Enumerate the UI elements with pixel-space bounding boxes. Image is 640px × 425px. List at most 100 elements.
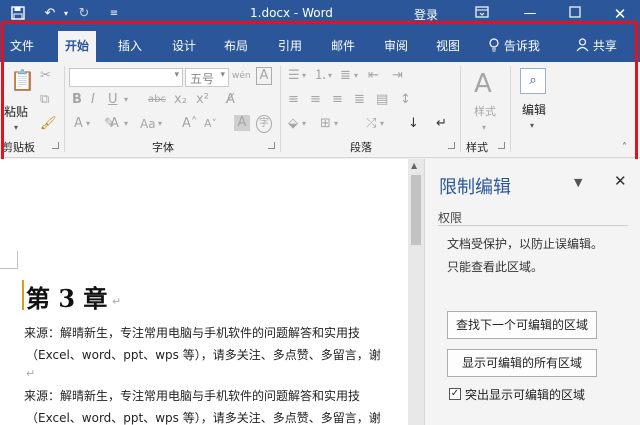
underline-dropdown-icon[interactable]: ▾ — [124, 92, 128, 108]
cut-icon[interactable]: ✂ — [40, 68, 51, 84]
tab-mailings[interactable]: 邮件 — [331, 37, 355, 54]
shrink-font-icon[interactable]: A˅ — [204, 116, 217, 132]
group-separator — [64, 66, 65, 152]
text-effects-icon[interactable]: A — [74, 116, 83, 132]
asian-layout-dropdown-icon[interactable]: ▾ — [380, 116, 384, 132]
paste-button[interactable]: 粘贴 — [4, 104, 28, 120]
redo-icon[interactable]: ↻ — [76, 6, 92, 22]
chapter-heading[interactable]: 第 3 章 — [26, 279, 107, 314]
tab-home[interactable]: 开始 — [58, 31, 97, 62]
undo-icon[interactable]: ↶ — [42, 6, 58, 22]
undo-dropdown-icon[interactable]: ▾ — [58, 6, 74, 22]
align-left-icon[interactable]: ≡ — [288, 92, 299, 108]
chevron-down-icon: ▾ — [174, 70, 179, 80]
tab-view[interactable]: 视图 — [436, 37, 460, 54]
italic-icon[interactable]: I — [91, 92, 95, 108]
tab-layout[interactable]: 布局 — [224, 37, 248, 54]
numbering-icon[interactable]: ⒈ — [314, 68, 327, 84]
tab-design[interactable]: 设计 — [172, 37, 196, 54]
clear-formatting-icon[interactable]: A̸ — [226, 92, 235, 108]
change-case-dropdown-icon[interactable]: ▾ — [158, 116, 162, 132]
sort-icon[interactable]: ↓ — [408, 116, 419, 132]
paragraph-line[interactable]: （Excel、word、ppt、wps 等），请多关注、多点赞、多留言，谢 — [26, 346, 381, 363]
bold-icon[interactable]: B — [72, 92, 82, 108]
enclose-characters-icon[interactable]: A — [256, 67, 272, 85]
copy-icon[interactable]: ⧉ — [40, 92, 49, 108]
font-name-dropdown[interactable]: ▾ — [69, 68, 183, 87]
share-button[interactable]: 共享 — [576, 37, 617, 54]
increase-indent-icon[interactable]: ⇥ — [392, 68, 403, 84]
grow-font-icon[interactable]: A˄ — [182, 116, 197, 132]
styles-icon[interactable]: A — [474, 70, 492, 98]
font-color-dropdown-icon[interactable]: ▾ — [124, 116, 128, 132]
pane-options-icon[interactable]: ▼ — [574, 176, 582, 189]
tab-review[interactable]: 审阅 — [384, 37, 408, 54]
close-icon[interactable]: ✕ — [612, 6, 628, 22]
text-effects-dropdown-icon[interactable]: ▾ — [86, 116, 90, 132]
clipboard-launcher-icon[interactable] — [52, 142, 59, 149]
format-painter-icon[interactable]: 🖌 — [40, 116, 57, 132]
paragraph-launcher-icon[interactable] — [448, 142, 455, 149]
align-right-icon[interactable]: ≡ — [332, 92, 343, 108]
tab-references[interactable]: 引用 — [278, 37, 302, 54]
subscript-icon[interactable]: x₂ — [174, 92, 187, 108]
enclosed-character-icon[interactable]: 字 — [256, 115, 272, 133]
paste-icon[interactable]: 📋 — [10, 70, 35, 90]
styles-button[interactable]: 样式 — [474, 104, 496, 120]
font-launcher-icon[interactable] — [268, 142, 275, 149]
document-page[interactable]: 第 3 章 ↵ 来源：解晴新生，专注常用电脑与手机软件的问题解答和实用技 （Ex… — [0, 159, 408, 425]
shading-icon[interactable]: ⬙ — [288, 116, 298, 132]
asian-layout-icon[interactable]: ⤮ — [366, 116, 376, 132]
font-size-dropdown[interactable]: 五号 ▾ — [185, 68, 229, 87]
paragraph-line[interactable]: （Excel、word、ppt、wps 等），请多关注、多点赞、多留言，谢 — [26, 409, 381, 425]
paragraph-line[interactable]: 来源：解晴新生，专注常用电脑与手机软件的问题解答和实用技 — [24, 387, 360, 404]
borders-dropdown-icon[interactable]: ▾ — [334, 116, 338, 132]
styles-dropdown-icon[interactable]: ▾ — [482, 120, 486, 136]
highlight-editable-regions-checkbox[interactable]: ✓ — [449, 388, 461, 400]
distributed-icon[interactable]: ▤ — [376, 92, 388, 108]
scrollbar-thumb[interactable] — [411, 175, 421, 245]
show-hide-marks-icon[interactable]: ↵ — [436, 116, 447, 132]
highlight-checkbox-label[interactable]: 突出显示可编辑的区域 — [465, 386, 585, 403]
underline-icon[interactable]: U — [108, 92, 118, 108]
borders-icon[interactable]: ⊞ — [320, 116, 331, 132]
clipboard-group-label: 剪贴板 — [2, 141, 35, 154]
paragraph-line[interactable]: 来源：解晴新生，专注常用电脑与手机软件的问题解答和实用技 — [24, 324, 360, 341]
text-cursor — [22, 280, 24, 310]
tell-me-search[interactable]: 告诉我 — [488, 37, 540, 54]
editing-button[interactable]: 编辑 — [522, 102, 546, 118]
customize-qat-icon[interactable]: ≡ — [106, 6, 122, 22]
numbering-dropdown-icon[interactable]: ▾ — [328, 68, 332, 84]
multilevel-dropdown-icon[interactable]: ▾ — [354, 68, 358, 84]
bullets-icon[interactable]: ☰ — [288, 68, 300, 84]
minimize-icon[interactable]: — — [522, 6, 538, 22]
scroll-up-icon[interactable]: ▲ — [411, 161, 417, 170]
maximize-icon[interactable] — [567, 6, 583, 22]
save-icon[interactable] — [10, 6, 26, 22]
bullets-dropdown-icon[interactable]: ▾ — [302, 68, 306, 84]
tab-file[interactable]: 文件 — [10, 37, 34, 54]
line-spacing-icon[interactable]: ↕ — [400, 92, 411, 108]
collapse-ribbon-icon[interactable]: ˄ — [622, 140, 627, 156]
superscript-icon[interactable]: x² — [196, 92, 209, 108]
close-icon[interactable]: ✕ — [614, 172, 627, 190]
shading-dropdown-icon[interactable]: ▾ — [302, 116, 306, 132]
strikethrough-icon[interactable]: abc — [148, 92, 166, 108]
login-button[interactable]: 登录 — [414, 6, 438, 23]
decrease-indent-icon[interactable]: ⇤ — [368, 68, 379, 84]
find-icon[interactable]: ⌕ — [520, 68, 546, 94]
center-icon[interactable]: ≡ — [310, 92, 321, 108]
ribbon-display-options-icon[interactable] — [474, 6, 490, 22]
find-next-editable-region-button[interactable]: 查找下一个可编辑的区域 — [447, 311, 597, 339]
tab-insert[interactable]: 插入 — [118, 37, 142, 54]
paste-dropdown-icon[interactable]: ▾ — [14, 120, 18, 136]
character-shading-icon[interactable]: A — [234, 115, 250, 131]
justify-icon[interactable]: ≣ — [354, 92, 365, 108]
change-case-icon[interactable]: Aa — [140, 116, 156, 132]
multilevel-list-icon[interactable]: ≣ — [340, 68, 351, 84]
font-color-icon[interactable]: A — [110, 116, 119, 132]
editing-dropdown-icon[interactable]: ▾ — [530, 118, 534, 134]
show-all-editable-regions-button[interactable]: 显示可编辑的所有区域 — [447, 349, 597, 377]
styles-launcher-icon[interactable] — [498, 142, 505, 149]
phonetic-guide-icon[interactable]: wén — [232, 68, 251, 84]
